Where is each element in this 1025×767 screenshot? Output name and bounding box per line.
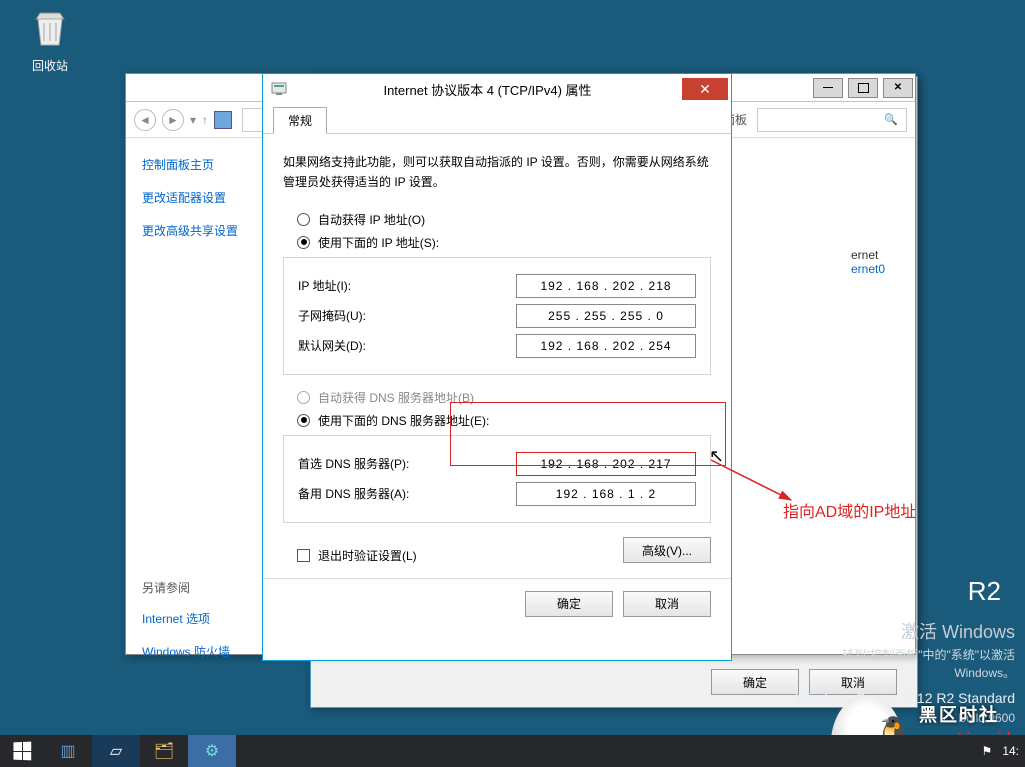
tab-general[interactable]: 常规 bbox=[273, 107, 327, 134]
taskbar: ▥ ▱ 🗂 ⚙ ⚑ 14: bbox=[0, 735, 1025, 767]
dialog-titlebar: Internet 协议版本 4 (TCP/IPv4) 属性 ✕ bbox=[263, 74, 731, 104]
subnet-mask-\uААare: 子网掩码(U): bbox=[298, 307, 366, 324]
folder-icon bbox=[214, 111, 232, 129]
exit-validate-checkbox[interactable]: 退出时验证设置(L) bbox=[283, 547, 417, 564]
desktop-recycle-bin[interactable]: 回收站 bbox=[20, 5, 80, 74]
exit-validate-label: 退出时验证设置(L) bbox=[318, 547, 417, 564]
tray-clock[interactable]: 14: bbox=[1002, 744, 1019, 758]
recycle-bin-label: 回收站 bbox=[32, 59, 68, 73]
ip-address-input[interactable]: 192 . 168 . 202 . 218 bbox=[516, 274, 696, 298]
network-name-fragment: ernet bbox=[851, 248, 885, 262]
sidebar-firewall-link[interactable]: Windows 防火墙 bbox=[142, 643, 256, 660]
nav-back-icon[interactable]: ◄ bbox=[134, 109, 156, 131]
nav-dropdown-icon[interactable]: ▾ bbox=[190, 113, 196, 127]
recycle-bin-icon bbox=[26, 5, 74, 53]
radio-auto-ip-label: 自动获得 IP 地址(O) bbox=[318, 211, 425, 228]
nav-forward-icon[interactable]: ► bbox=[162, 109, 184, 131]
minimize-button[interactable] bbox=[813, 78, 843, 98]
cancel-button[interactable]: 取消 bbox=[623, 591, 711, 617]
taskbar-server-manager[interactable]: ▥ bbox=[44, 735, 92, 767]
gateway-input[interactable]: 192 . 168 . 202 . 254 bbox=[516, 334, 696, 358]
radio-use-ip-label: 使用下面的 IP 地址(S): bbox=[318, 234, 439, 251]
subnet-mask-input[interactable]: 255 . 255 . 255 . 0 bbox=[516, 304, 696, 328]
nav-up-icon[interactable]: ↑ bbox=[202, 113, 208, 127]
sidebar-see-also-label: 另请参阅 bbox=[142, 579, 256, 596]
adapter-name-fragment: ernet0 bbox=[851, 262, 885, 276]
dialog-title: Internet 协议版本 4 (TCP/IPv4) 属性 bbox=[293, 80, 682, 99]
os-version-badge: R2 bbox=[968, 576, 1001, 607]
radio-icon bbox=[297, 391, 310, 404]
taskbar-control-panel[interactable]: ⚙ bbox=[188, 735, 236, 767]
dns2-input[interactable]: 192 . 168 . 1 . 2 bbox=[516, 482, 696, 506]
ip-settings-group: IP 地址(I): 192 . 168 . 202 . 218 子网掩码(U):… bbox=[283, 257, 711, 375]
dns2-label: 备用 DNS 服务器(A): bbox=[298, 485, 409, 502]
gateway-label: 默认网关(D): bbox=[298, 337, 366, 354]
dialog-icon bbox=[271, 81, 287, 97]
activate-hint: 转到"控制面板"中的"系统"以激活 Windows。 bbox=[796, 646, 1015, 682]
windows-logo-icon bbox=[13, 742, 31, 761]
control-panel-sidebar: 控制面板主页 更改适配器设置 更改高级共享设置 另请参阅 Internet 选项… bbox=[126, 138, 256, 654]
sidebar-home-link[interactable]: 控制面板主页 bbox=[142, 156, 256, 173]
parent-ok-button[interactable]: 确定 bbox=[711, 669, 799, 695]
radio-icon bbox=[297, 213, 310, 226]
close-button[interactable]: ✕ bbox=[883, 78, 913, 98]
taskbar-explorer[interactable]: 🗂 bbox=[140, 735, 188, 767]
radio-auto-ip[interactable]: 自动获得 IP 地址(O) bbox=[283, 211, 711, 228]
maximize-button[interactable] bbox=[848, 78, 878, 98]
system-tray[interactable]: ⚑ 14: bbox=[982, 735, 1025, 767]
logo-text-1: 黑区时社 bbox=[919, 701, 999, 727]
dns1-label: 首选 DNS 服务器(P): bbox=[298, 455, 409, 472]
dns-settings-group: 首选 DNS 服务器(P): 192 . 168 . 202 . 217 备用 … bbox=[283, 435, 711, 523]
annotation-text: 指向AD域的IP地址 bbox=[783, 498, 916, 522]
tab-strip: 常规 bbox=[263, 104, 731, 134]
dns-highlight-box bbox=[450, 402, 726, 466]
checkbox-icon bbox=[297, 549, 310, 562]
ipv4-properties-dialog: Internet 协议版本 4 (TCP/IPv4) 属性 ✕ 常规 如果网络支… bbox=[262, 73, 732, 661]
ip-address-label: IP 地址(I): bbox=[298, 277, 351, 294]
dialog-close-button[interactable]: ✕ bbox=[682, 78, 728, 100]
sidebar-ie-link[interactable]: Internet 选项 bbox=[142, 610, 256, 627]
sidebar-adapter-link[interactable]: 更改适配器设置 bbox=[142, 189, 256, 206]
sidebar-sharing-link[interactable]: 更改高级共享设置 bbox=[142, 222, 256, 239]
start-button[interactable] bbox=[0, 735, 44, 767]
advanced-button[interactable]: 高级(V)... bbox=[623, 537, 711, 563]
activate-title: 激活 Windows bbox=[796, 619, 1015, 646]
dialog-footer: 确定 取消 bbox=[263, 578, 731, 629]
radio-icon bbox=[297, 236, 310, 249]
ok-button[interactable]: 确定 bbox=[525, 591, 613, 617]
tray-flag-icon[interactable]: ⚑ bbox=[982, 744, 993, 758]
radio-use-ip[interactable]: 使用下面的 IP 地址(S): bbox=[283, 234, 711, 251]
dialog-description: 如果网络支持此功能，则可以获取自动指派的 IP 设置。否则，你需要从网络系统管理… bbox=[283, 152, 711, 193]
taskbar-powershell[interactable]: ▱ bbox=[92, 735, 140, 767]
radio-icon bbox=[297, 414, 310, 427]
search-input[interactable] bbox=[757, 108, 907, 132]
